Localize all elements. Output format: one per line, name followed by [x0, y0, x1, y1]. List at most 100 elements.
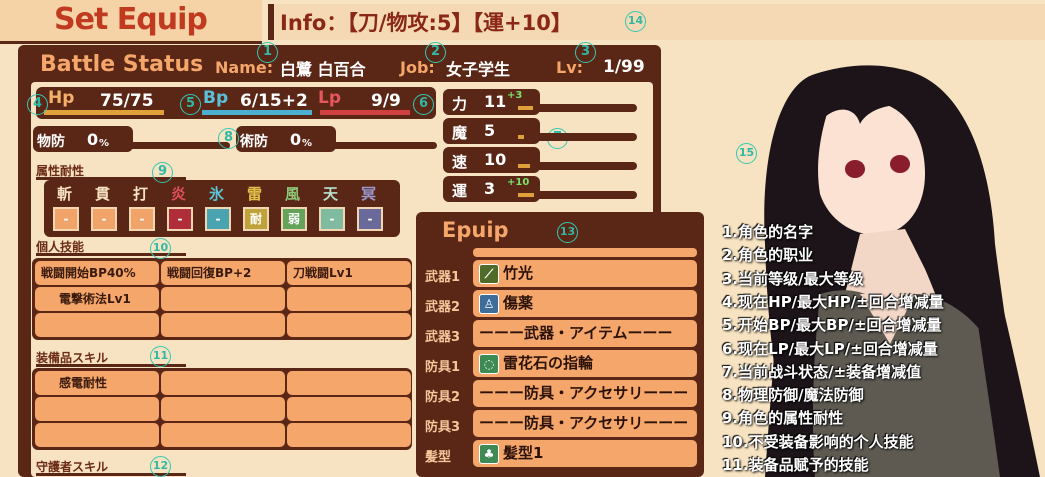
equip-slot-label-4: 防具2 [425, 390, 461, 405]
stat-bar-fill-3 [518, 193, 534, 197]
skill-cell[interactable] [287, 287, 411, 311]
marker-11: 11 [150, 346, 171, 367]
skill-cell[interactable] [287, 423, 411, 447]
stat-bar-bg-2 [515, 162, 637, 170]
equip-slot-6[interactable]: ♣ 髪型1 [473, 440, 697, 467]
skill-cell[interactable]: 刀戦闘Lv1 [287, 261, 411, 285]
legend-item-9: 9.角色的属性耐性 [722, 409, 844, 428]
marker-15: 15 [736, 143, 757, 164]
equip-slot-1[interactable]: ♙ 傷薬 [473, 290, 697, 317]
level-value: 1/99 [603, 57, 645, 77]
pdef-label: 物防 [37, 134, 65, 150]
attr-name-4: 氷 [209, 185, 225, 203]
skill-cell[interactable] [35, 397, 159, 421]
equip-slot-label-5: 防具3 [425, 420, 461, 435]
equip-slot-label-3: 防具1 [425, 360, 461, 375]
stat-label-0: 力 [452, 95, 468, 113]
equip-slot-2[interactable]: ーーー武器・アイテムーーー [473, 320, 697, 347]
stat-value-2: 10 [484, 150, 507, 169]
attr-name-7: 天 [323, 185, 339, 203]
stat-bonus-3: +10 [507, 177, 530, 188]
attr-value-1: - [91, 207, 117, 231]
lp-label: Lp [318, 88, 342, 108]
legend-item-1: 1.角色的名字 [722, 223, 814, 241]
personal-skill-grid: 戦闘開始BP40% 戦闘回復BP+2 刀戦闘Lv1 電撃術法Lv1 [32, 258, 412, 340]
screen-title: Set Equip [54, 2, 208, 37]
skill-cell[interactable] [161, 397, 285, 421]
skill-cell[interactable] [161, 313, 285, 337]
equip-item-name: 髪型1 [503, 444, 544, 462]
marker-8: 8 [218, 128, 239, 149]
equip-slot-0[interactable]: ⟋ 竹光 [473, 260, 697, 287]
legend-item-10: 10.不受装备影响的个人技能 [722, 432, 914, 451]
legend-item-4: 4.现在HP/最大HP/±回合增减量 [722, 292, 944, 311]
legend-item-2: 2.角色的职业 [722, 246, 814, 265]
attr-name-0: 斬 [57, 185, 73, 203]
equip-slot-label-1: 武器2 [425, 300, 461, 315]
attr-value-6: 弱 [281, 207, 307, 231]
attr-name-6: 風 [285, 185, 301, 203]
equip-slot-label-6: 髪型 [425, 450, 452, 465]
stat-value-0: 11 [484, 92, 507, 111]
skill-cell[interactable] [287, 397, 411, 421]
skill-cell[interactable]: 戦闘回復BP+2 [161, 261, 285, 285]
attr-value-2: - [129, 207, 155, 231]
mdef-bar [312, 142, 437, 149]
skill-cell[interactable] [35, 313, 159, 337]
marker-13: 13 [557, 222, 578, 243]
lp-value: 9/9 [371, 91, 401, 111]
skill-cell[interactable] [161, 287, 285, 311]
info-text: Info：【刀/物攻:5】【運+10】 [280, 11, 572, 35]
marker-12: 12 [150, 456, 171, 477]
skill-cell[interactable] [161, 371, 285, 395]
stat-value-1: 5 [484, 121, 496, 140]
battle-status-heading: Battle Status [40, 52, 204, 77]
marker-14: 14 [625, 11, 646, 32]
attr-value-0: - [53, 207, 79, 231]
skill-cell[interactable] [287, 313, 411, 337]
attr-name-2: 打 [133, 185, 149, 203]
character-job: 女子学生 [446, 60, 511, 79]
skill-cell[interactable] [161, 423, 285, 447]
skill-cell[interactable]: 電撃術法Lv1 [35, 287, 159, 311]
equip-item-name: 雷花石の指輪 [503, 354, 594, 372]
stat-bar-fill-2 [518, 164, 530, 168]
hp-value: 75/75 [100, 91, 154, 111]
mdef-value: 0 [290, 130, 302, 149]
skill-cell[interactable]: 感電耐性 [35, 371, 159, 395]
stat-bar-bg-0 [515, 104, 637, 112]
bp-label: Bp [203, 88, 229, 108]
equip-slot-3[interactable]: ◌ 雷花石の指輪 [473, 350, 697, 377]
sword-icon: ⟋ [479, 263, 499, 284]
equip-item-name: ーーー防具・アクセサリーーー [479, 414, 689, 432]
skill-cell[interactable] [35, 423, 159, 447]
equip-slot-5[interactable]: ーーー防具・アクセサリーーー [473, 410, 697, 437]
attr-value-7: - [319, 207, 345, 231]
marker-9: 9 [152, 162, 173, 183]
attr-name-5: 雷 [247, 185, 263, 203]
hp-label: Hp [48, 88, 75, 108]
skill-cell[interactable] [287, 371, 411, 395]
bp-value: 6/15+2 [240, 91, 308, 111]
marker-2: 2 [425, 42, 446, 63]
stat-label-2: 速 [452, 153, 468, 171]
stat-label-1: 魔 [452, 124, 468, 142]
legend-item-3: 3.当前等级/最大等级 [722, 269, 864, 288]
equip-item-name: 傷薬 [503, 294, 534, 312]
legend-item-6: 6.现在LP/最大LP/±回合增减量 [722, 339, 938, 358]
skill-cell[interactable]: 戦闘開始BP40% [35, 261, 159, 285]
equip-slot-label-2: 武器3 [425, 330, 461, 345]
equip-slot-label-0: 武器1 [425, 270, 461, 285]
equip-heading: Epuip [442, 218, 509, 242]
stat-bar-fill-1 [518, 135, 524, 139]
mdef-label: 術防 [240, 134, 268, 150]
stat-bar-bg-1 [515, 133, 637, 141]
marker-4: 4 [27, 94, 48, 115]
potion-icon: ♙ [479, 293, 499, 314]
marker-3: 3 [575, 42, 596, 63]
equip-skill-grid: 感電耐性 [32, 368, 412, 450]
legend-item-7: 7.当前战斗状态/±装备增减值 [722, 362, 922, 381]
character-name: 白鷺 白百合 [280, 60, 366, 79]
attr-name-1: 貫 [95, 185, 111, 203]
equip-slot-4[interactable]: ーーー防具・アクセサリーーー [473, 380, 697, 407]
